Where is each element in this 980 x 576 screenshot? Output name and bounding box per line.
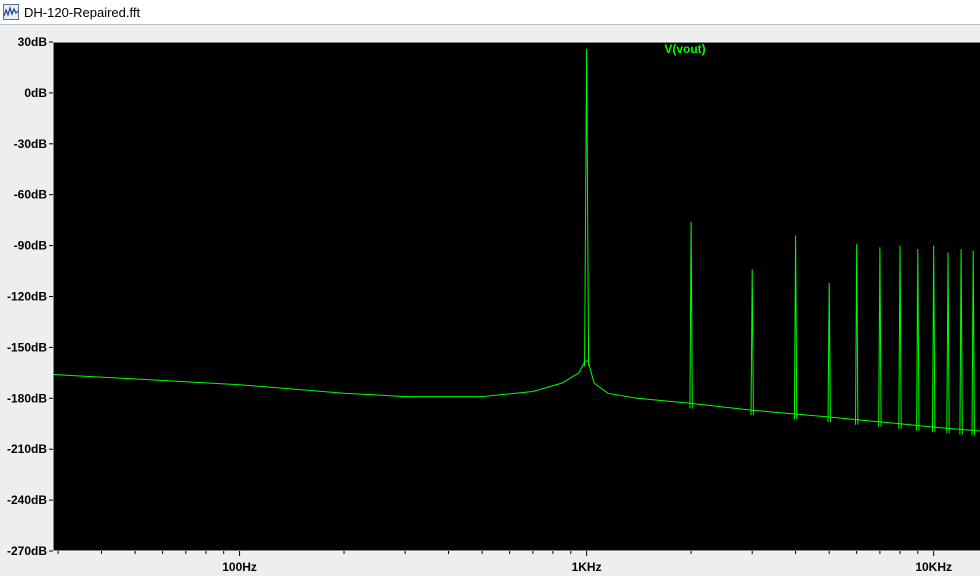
y-tick-label: -270dB	[7, 544, 47, 558]
y-tick-label: 30dB	[18, 35, 48, 49]
y-tick-label: -60dB	[14, 188, 48, 202]
x-tick-label: 100Hz	[222, 560, 257, 574]
y-tick-label: -150dB	[7, 340, 47, 354]
window-titlebar: DH-120-Repaired.fft	[0, 0, 980, 25]
y-tick-label: -180dB	[7, 391, 47, 405]
x-tick-label: 10KHz	[915, 560, 952, 574]
trace-legend-label[interactable]: V(vout)	[664, 42, 705, 56]
x-tick-label: 1KHz	[572, 560, 602, 574]
y-tick-label: -210dB	[7, 442, 47, 456]
plot-pane[interactable]: 30dB 0dB -30dB -60dB -90dB -120dB -150dB -180dB…	[0, 26, 980, 576]
plot-background[interactable]	[53, 42, 980, 551]
y-tick-label: -30dB	[14, 137, 48, 151]
y-axis: 30dB 0dB -30dB -60dB -90dB -120dB -150dB -180dB…	[7, 35, 54, 558]
y-tick-label: -90dB	[14, 239, 48, 253]
y-tick-label: -120dB	[7, 290, 47, 304]
window-title: DH-120-Repaired.fft	[24, 4, 141, 20]
y-tick-label: 0dB	[24, 86, 47, 100]
y-tick-label: -240dB	[7, 493, 47, 507]
waveform-icon	[3, 4, 19, 20]
fft-chart[interactable]: 30dB 0dB -30dB -60dB -90dB -120dB -150dB -180dB…	[0, 26, 980, 576]
